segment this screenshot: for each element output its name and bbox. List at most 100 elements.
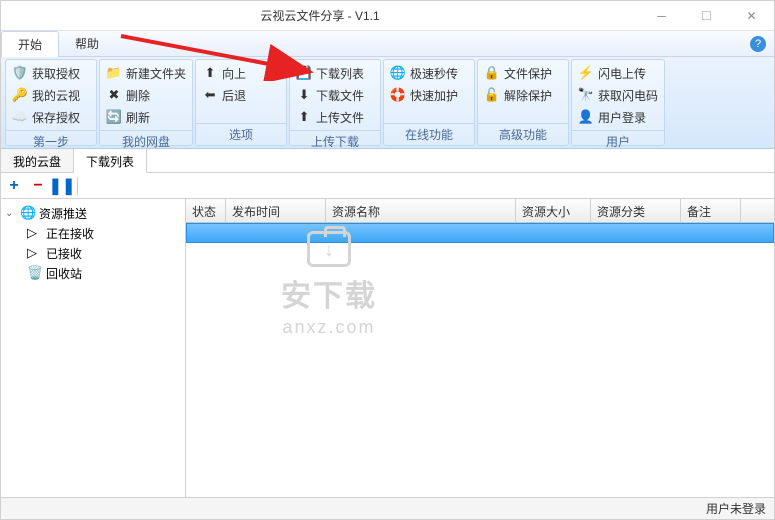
- ribbon-item-label: 获取授权: [32, 65, 80, 82]
- content-tab-downloads[interactable]: 下载列表: [74, 149, 147, 173]
- ribbon: 🛡️获取授权🔑我的云视☁️保存授权第一步📁新建文件夹✖删除🔄刷新我的网盘⬆向上⬅…: [1, 57, 774, 149]
- ribbon-item-label: 我的云视: [32, 87, 80, 104]
- pause-button[interactable]: ❚❚: [53, 177, 71, 195]
- tree-panel: ⌄ 🌐 资源推送 ▷ 正在接收 ▷ 已接收 🗑️ 回收站: [1, 199, 186, 497]
- separator: [77, 177, 78, 195]
- ribbon-item-label: 用户登录: [598, 109, 646, 126]
- ribbon-item-label: 获取闪电码: [598, 87, 658, 104]
- ribbon-item-label: 下载列表: [316, 65, 364, 82]
- ribbon-item[interactable]: ⚡闪电上传: [578, 63, 658, 83]
- ribbon-group-label: 高级功能: [478, 123, 568, 145]
- ribbon-item-icon: ⬇: [296, 87, 312, 103]
- ribbon-item-label: 后退: [222, 87, 246, 104]
- ribbon-item-label: 文件保护: [504, 65, 552, 82]
- trash-icon: 🗑️: [27, 265, 43, 281]
- ribbon-item[interactable]: ⬅后退: [202, 85, 280, 105]
- ribbon-item-icon: 🌐: [390, 65, 406, 81]
- tree-item-receiving[interactable]: ▷ 正在接收: [3, 223, 183, 243]
- ribbon-group-2: ⬆向上⬅后退选项: [195, 59, 287, 146]
- menu-tab-start[interactable]: 开始: [1, 31, 59, 58]
- grid-column-header[interactable]: 发布时间: [226, 199, 326, 222]
- ribbon-item[interactable]: ⬆上传文件: [296, 107, 374, 127]
- ribbon-item[interactable]: ⬇下载文件: [296, 85, 374, 105]
- grid-header: 状态发布时间资源名称资源大小资源分类备注: [186, 199, 774, 223]
- play-icon: ▷: [27, 225, 43, 241]
- grid-body[interactable]: [186, 223, 774, 497]
- ribbon-item-icon: ⚡: [578, 65, 594, 81]
- ribbon-item[interactable]: 🛟快速加护: [390, 85, 468, 105]
- titlebar: 云视云文件分享 - V1.1 ─ ☐ ✕: [1, 1, 774, 31]
- ribbon-item-label: 刷新: [126, 109, 150, 126]
- ribbon-item-icon: 💾: [296, 65, 312, 81]
- grid-panel: 状态发布时间资源名称资源大小资源分类备注: [186, 199, 774, 497]
- ribbon-item-icon: ⬆: [202, 65, 218, 81]
- ribbon-item-label: 删除: [126, 87, 150, 104]
- grid-column-header[interactable]: 资源名称: [326, 199, 516, 222]
- maximize-button[interactable]: ☐: [684, 1, 729, 31]
- content-tab-mycloud[interactable]: 我的云盘: [1, 149, 74, 172]
- tree-item-label: 正在接收: [46, 225, 94, 242]
- ribbon-item[interactable]: 🔒文件保护: [484, 63, 562, 83]
- content-tabs: 我的云盘 下载列表: [1, 149, 774, 173]
- ribbon-item[interactable]: 🛡️获取授权: [12, 63, 90, 83]
- window-title: 云视云文件分享 - V1.1: [1, 7, 639, 24]
- ribbon-group-label: 在线功能: [384, 123, 474, 145]
- statusbar: 用户未登录: [1, 497, 774, 519]
- ribbon-item-icon: 🔭: [578, 87, 594, 103]
- grid-column-header[interactable]: 资源分类: [591, 199, 681, 222]
- ribbon-item-icon: 👤: [578, 109, 594, 125]
- collapse-icon[interactable]: ⌄: [5, 208, 17, 219]
- ribbon-item-label: 新建文件夹: [126, 65, 186, 82]
- ribbon-group-0: 🛡️获取授权🔑我的云视☁️保存授权第一步: [5, 59, 97, 146]
- ribbon-group-5: 🔒文件保护🔓解除保护高级功能: [477, 59, 569, 146]
- ribbon-item[interactable]: 🔓解除保护: [484, 85, 562, 105]
- menubar: 开始 帮助 ?: [1, 31, 774, 57]
- grid-column-header[interactable]: 备注: [681, 199, 741, 222]
- grid-column-header[interactable]: 资源大小: [516, 199, 591, 222]
- ribbon-item[interactable]: 🔄刷新: [106, 107, 186, 127]
- add-button[interactable]: +: [5, 177, 23, 195]
- ribbon-item-icon: 📁: [106, 65, 122, 81]
- ribbon-item[interactable]: 👤用户登录: [578, 107, 658, 127]
- ribbon-item-icon: 🔓: [484, 87, 500, 103]
- ribbon-item[interactable]: 🌐极速秒传: [390, 63, 468, 83]
- ribbon-item-label: 下载文件: [316, 87, 364, 104]
- ribbon-item[interactable]: 💾下载列表: [296, 63, 374, 83]
- ribbon-item-label: 上传文件: [316, 109, 364, 126]
- ribbon-item[interactable]: ✖删除: [106, 85, 186, 105]
- tree-item-label: 已接收: [46, 245, 82, 262]
- ribbon-item-icon: ⬅: [202, 87, 218, 103]
- ribbon-item[interactable]: 📁新建文件夹: [106, 63, 186, 83]
- tree-root[interactable]: ⌄ 🌐 资源推送: [3, 203, 183, 223]
- ribbon-item-label: 保存授权: [32, 109, 80, 126]
- close-button[interactable]: ✕: [729, 1, 774, 31]
- remove-button[interactable]: −: [29, 177, 47, 195]
- ribbon-group-6: ⚡闪电上传🔭获取闪电码👤用户登录用户: [571, 59, 665, 146]
- ribbon-item-label: 极速秒传: [410, 65, 458, 82]
- download-toolbar: + − ❚❚: [1, 173, 774, 199]
- ribbon-item[interactable]: 🔭获取闪电码: [578, 85, 658, 105]
- window-controls: ─ ☐ ✕: [639, 1, 774, 31]
- tree-item-recycle[interactable]: 🗑️ 回收站: [3, 263, 183, 283]
- status-text: 用户未登录: [706, 500, 766, 517]
- ribbon-group-label: 选项: [196, 123, 286, 145]
- ribbon-item-label: 闪电上传: [598, 65, 646, 82]
- grid-column-header[interactable]: 状态: [186, 199, 226, 222]
- menu-tab-help[interactable]: 帮助: [59, 31, 115, 56]
- tree-item-received[interactable]: ▷ 已接收: [3, 243, 183, 263]
- ribbon-group-4: 🌐极速秒传🛟快速加护在线功能: [383, 59, 475, 146]
- ribbon-item-icon: 🛡️: [12, 65, 28, 81]
- ribbon-item[interactable]: ☁️保存授权: [12, 107, 90, 127]
- ribbon-item-icon: ⬆: [296, 109, 312, 125]
- ribbon-item-icon: 🔒: [484, 65, 500, 81]
- minimize-button[interactable]: ─: [639, 1, 684, 31]
- selected-row[interactable]: [186, 223, 774, 243]
- folder-icon: 🌐: [20, 205, 36, 221]
- ribbon-item[interactable]: 🔑我的云视: [12, 85, 90, 105]
- tree-item-label: 回收站: [46, 265, 82, 282]
- ribbon-group-3: 💾下载列表⬇下载文件⬆上传文件上传下载: [289, 59, 381, 146]
- ribbon-group-1: 📁新建文件夹✖删除🔄刷新我的网盘: [99, 59, 193, 146]
- ribbon-item[interactable]: ⬆向上: [202, 63, 280, 83]
- help-icon[interactable]: ?: [750, 36, 766, 52]
- ribbon-item-icon: ✖: [106, 87, 122, 103]
